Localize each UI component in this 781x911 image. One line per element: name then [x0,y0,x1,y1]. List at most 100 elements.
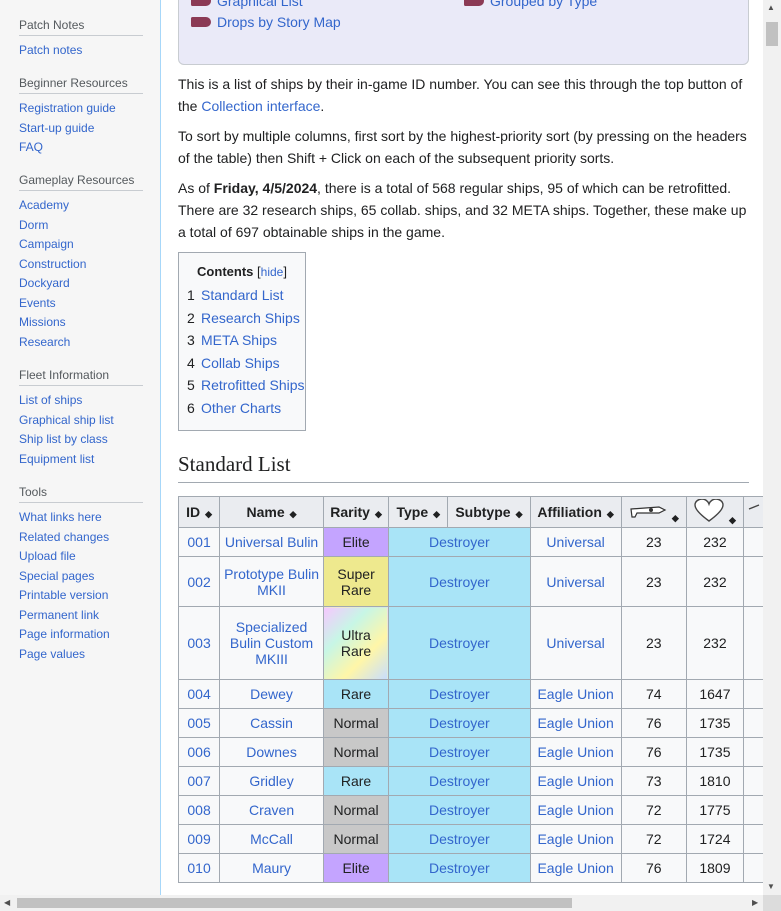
nav-drops-by-story-map[interactable]: Drops by Story Map [191,14,341,30]
ship-name-cell[interactable]: Gridley [219,766,324,796]
nav-graphical-list[interactable]: Graphical List [191,0,303,9]
scroll-down-arrow-icon[interactable]: ▼ [767,882,775,891]
ship-name-cell[interactable]: Downes [219,737,324,767]
column-header-health[interactable]: ◆ [685,496,745,528]
scroll-left-arrow-icon[interactable]: ◀ [4,898,10,907]
sidebar-item-dorm[interactable]: Dorm [19,216,143,236]
ship-id-cell[interactable]: 004 [177,679,221,709]
sidebar-item-academy[interactable]: Academy [19,196,143,216]
scroll-right-arrow-icon[interactable]: ▶ [752,898,758,907]
affiliation-cell[interactable]: Universal [529,556,622,607]
sidebar-item-construction[interactable]: Construction [19,255,143,275]
ship-name-cell[interactable]: Maury [219,853,324,883]
sidebar-item-page-information[interactable]: Page information [19,625,143,645]
affiliation-cell[interactable]: Eagle Union [529,824,622,854]
sidebar-item-campaign[interactable]: Campaign [19,235,143,255]
ship-id-cell[interactable]: 003 [177,606,221,680]
column-header-name[interactable]: Name ◆ [219,496,324,528]
toc-link[interactable]: META Ships [201,332,277,348]
column-header-more[interactable] [743,496,764,528]
sidebar-item-what-links-here[interactable]: What links here [19,508,143,528]
ship-type-cell[interactable]: Destroyer [388,556,531,607]
column-header-subtype[interactable]: Subtype ◆ [447,496,531,528]
toc-item-retrofitted-ships[interactable]: 5 Retrofitted Ships [187,377,305,393]
ship-type-cell[interactable]: Destroyer [388,853,531,883]
affiliation-cell[interactable]: Eagle Union [529,853,622,883]
column-header-id[interactable]: ID ◆ [177,496,221,528]
toc-link[interactable]: Research Ships [201,310,300,326]
toc-item-standard-list[interactable]: 1 Standard List [187,287,284,303]
toc-item-other-charts[interactable]: 6 Other Charts [187,400,281,416]
ship-id-cell[interactable]: 005 [177,708,221,738]
ship-name-cell[interactable]: Prototype Bulin MKII [219,556,324,607]
stat-cell: 232 [685,606,745,680]
sidebar-item-start-up-guide[interactable]: Start-up guide [19,119,143,139]
ship-name-cell[interactable]: Dewey [219,679,324,709]
sidebar-item-patch-notes[interactable]: Patch notes [19,41,143,61]
sidebar-item-graphical-ship-list[interactable]: Graphical ship list [19,411,143,431]
toc-item-collab-ships[interactable]: 4 Collab Ships [187,355,280,371]
sidebar-item-dockyard[interactable]: Dockyard [19,274,143,294]
toc-link[interactable]: Collab Ships [201,355,280,371]
sidebar-item-research[interactable]: Research [19,333,143,353]
sidebar-item-upload-file[interactable]: Upload file [19,547,143,567]
ship-type-cell[interactable]: Destroyer [388,527,531,557]
sidebar-item-related-changes[interactable]: Related changes [19,528,143,548]
affiliation-cell[interactable]: Eagle Union [529,708,622,738]
ship-type-cell[interactable]: Destroyer [388,795,531,825]
ship-type-cell[interactable]: Destroyer [388,606,531,680]
portal-beginner-resources: Beginner Resources Registration guide St… [19,76,143,158]
sidebar-item-page-values[interactable]: Page values [19,645,143,665]
affiliation-cell[interactable]: Eagle Union [529,795,622,825]
vertical-scrollbar[interactable] [763,0,781,895]
ship-type-cell[interactable]: Destroyer [388,708,531,738]
ship-id-cell[interactable]: 006 [177,737,221,767]
affiliation-cell[interactable]: Eagle Union [529,766,622,796]
ship-type-cell[interactable]: Destroyer [388,737,531,767]
ship-name-cell[interactable]: Universal Bulin [219,527,324,557]
horizontal-scroll-thumb[interactable] [17,898,572,908]
ship-name-cell[interactable]: Cassin [219,708,324,738]
nav-grouped-by-type[interactable]: Grouped by Type [464,0,597,9]
sidebar-item-special-pages[interactable]: Special pages [19,567,143,587]
toc-link[interactable]: Other Charts [201,400,281,416]
affiliation-cell[interactable]: Eagle Union [529,737,622,767]
ship-id-cell[interactable]: 007 [177,766,221,796]
ship-id-cell[interactable]: 002 [177,556,221,607]
affiliation-cell[interactable]: Eagle Union [529,679,622,709]
collection-interface-link[interactable]: Collection interface [201,98,320,114]
sidebar-item-list-of-ships[interactable]: List of ships [19,391,143,411]
ship-name-cell[interactable]: Craven [219,795,324,825]
ship-name-cell[interactable]: Specialized Bulin Custom MKIII [219,606,324,680]
column-header-type[interactable]: Type ◆ [388,496,449,528]
toc-hide-link[interactable]: hide [261,265,284,279]
toc-item-meta-ships[interactable]: 3 META Ships [187,332,277,348]
ship-name-cell[interactable]: McCall [219,824,324,854]
sidebar-item-ship-list-by-class[interactable]: Ship list by class [19,430,143,450]
toc-item-research-ships[interactable]: 2 Research Ships [187,310,300,326]
column-header-firepower[interactable]: ◆ [620,496,687,528]
ship-id-cell[interactable]: 001 [177,527,221,557]
sidebar-item-printable-version[interactable]: Printable version [19,586,143,606]
ship-id-cell[interactable]: 010 [177,853,221,883]
sidebar-item-equipment-list[interactable]: Equipment list [19,450,143,470]
sidebar-item-events[interactable]: Events [19,294,143,314]
column-header-rarity[interactable]: Rarity ◆ [322,496,390,528]
ship-type-cell[interactable]: Destroyer [388,824,531,854]
ship-id-cell[interactable]: 008 [177,795,221,825]
ship-type-cell[interactable]: Destroyer [388,766,531,796]
vertical-scroll-thumb[interactable] [766,22,778,46]
toc-link[interactable]: Standard List [201,287,284,303]
scroll-up-arrow-icon[interactable]: ▲ [767,3,775,12]
column-header-affiliation[interactable]: Affiliation ◆ [529,496,622,528]
table-row: 008 Craven Normal Destroyer Eagle Union 72 177… [177,795,764,825]
ship-id-cell[interactable]: 009 [177,824,221,854]
toc-link[interactable]: Retrofitted Ships [201,377,305,393]
affiliation-cell[interactable]: Universal [529,527,622,557]
sidebar-item-registration-guide[interactable]: Registration guide [19,99,143,119]
sidebar-item-missions[interactable]: Missions [19,313,143,333]
sidebar-item-permanent-link[interactable]: Permanent link [19,606,143,626]
sidebar-item-faq[interactable]: FAQ [19,138,143,158]
ship-type-cell[interactable]: Destroyer [388,679,531,709]
affiliation-cell[interactable]: Universal [529,606,622,680]
